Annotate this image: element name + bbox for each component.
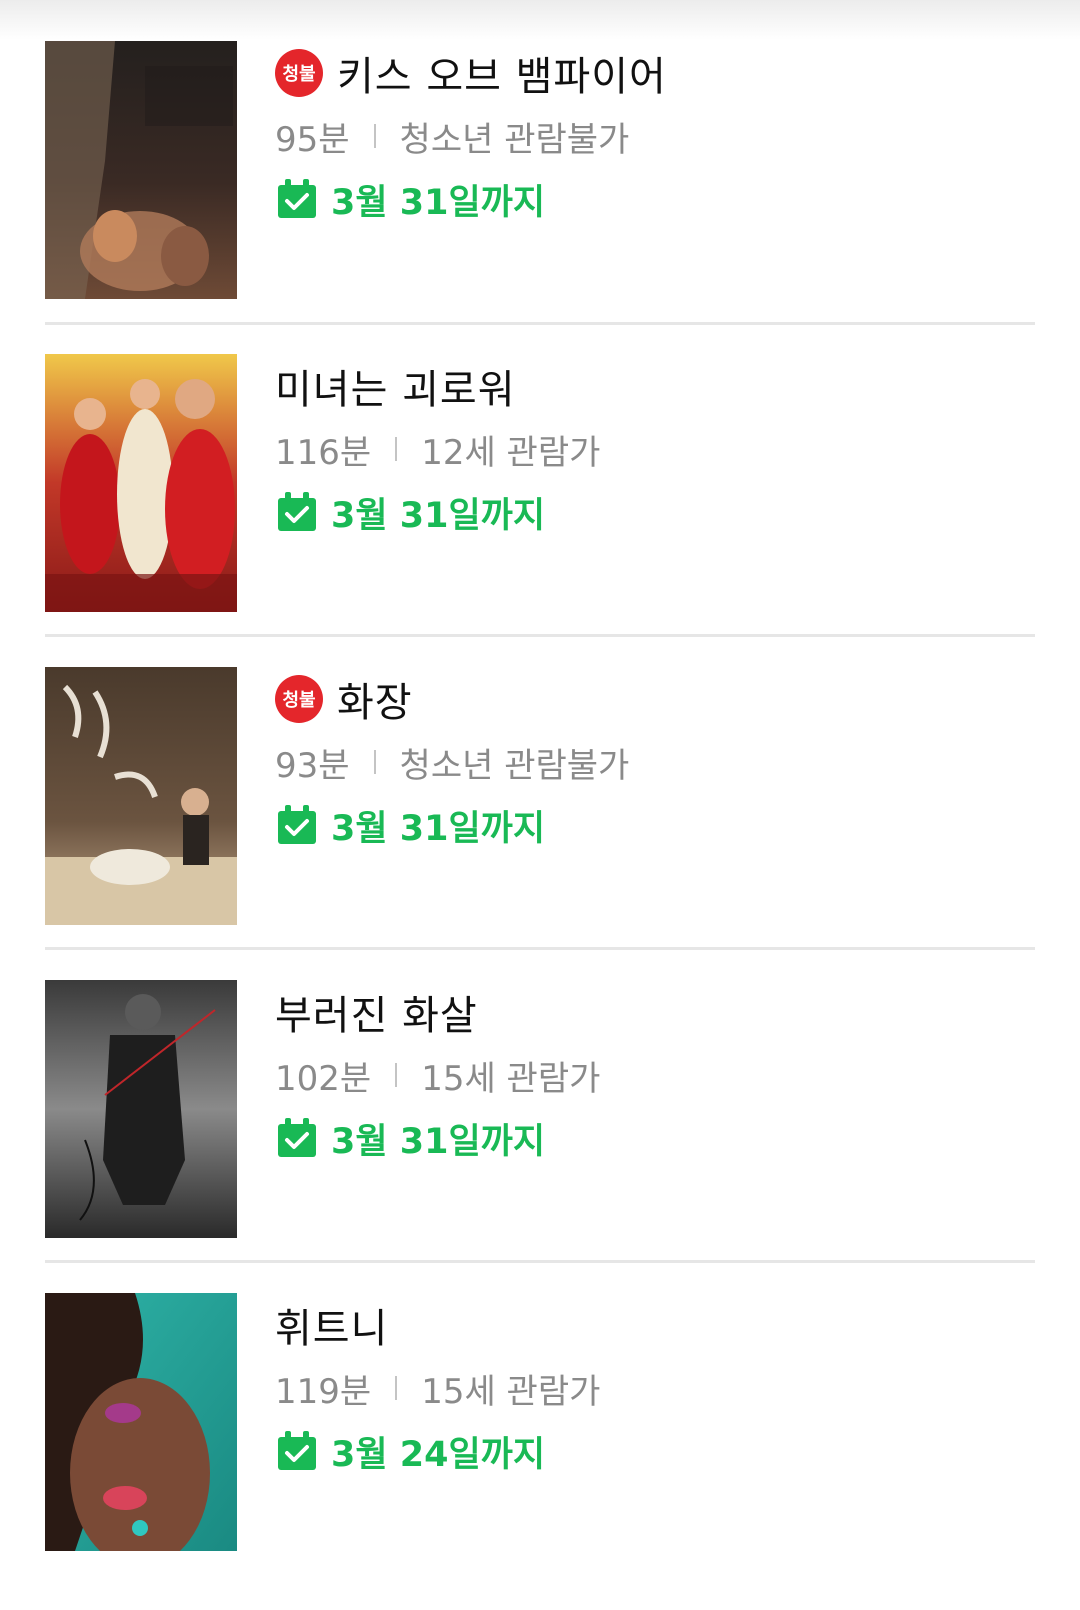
movie-title[interactable]: 휘트니	[275, 1296, 388, 1354]
available-until-date: 3월 31일까지	[331, 1121, 546, 1162]
title-row: 부러진 화살	[275, 982, 478, 1042]
movie-runtime: 119분	[275, 1371, 372, 1412]
calendar-check-icon	[278, 179, 316, 218]
calendar-check-icon	[278, 805, 316, 844]
meta-separator	[373, 750, 376, 774]
movie-rating: 청소년 관람불가	[399, 745, 630, 786]
movie-rating: 12세 관람가	[421, 432, 601, 473]
movie-poster[interactable]	[45, 980, 237, 1238]
movie-rating: 청소년 관람불가	[399, 119, 630, 160]
movie-meta: 93분 청소년 관람불가	[275, 737, 629, 787]
adult-only-badge: 청불	[275, 49, 323, 97]
movie-runtime: 116분	[275, 432, 372, 473]
movie-title[interactable]: 부러진 화살	[275, 983, 478, 1041]
availability-row: 3월 31일까지	[275, 800, 545, 850]
title-row: 청불 키스 오브 뱀파이어	[275, 43, 667, 103]
adult-only-badge: 청불	[275, 675, 323, 723]
title-row: 휘트니	[275, 1295, 388, 1355]
title-row: 미녀는 괴로워	[275, 356, 516, 416]
movie-list-item[interactable]: 미녀는 괴로워 116분 12세 관람가 3월 31일까지	[45, 354, 1035, 612]
movie-poster[interactable]	[45, 1293, 237, 1551]
top-edge-shadow	[0, 0, 1080, 40]
movie-title[interactable]: 화장	[337, 670, 413, 728]
movie-meta: 116분 12세 관람가	[275, 424, 600, 474]
availability-row: 3월 31일까지	[275, 487, 545, 537]
meta-separator	[395, 1376, 398, 1400]
available-until-date: 3월 31일까지	[331, 808, 546, 849]
movie-poster[interactable]	[45, 354, 237, 612]
movie-rating: 15세 관람가	[421, 1371, 601, 1412]
movie-poster[interactable]	[45, 667, 237, 925]
movie-title[interactable]: 미녀는 괴로워	[275, 357, 516, 415]
movie-meta: 119분 15세 관람가	[275, 1363, 600, 1413]
list-divider	[45, 322, 1035, 325]
movie-list-item[interactable]: 청불 키스 오브 뱀파이어 95분 청소년 관람불가 3월 31일까지	[45, 41, 1035, 299]
movie-runtime: 102분	[275, 1058, 372, 1099]
movie-list-item[interactable]: 부러진 화살 102분 15세 관람가 3월 31일까지	[45, 980, 1035, 1238]
availability-row: 3월 31일까지	[275, 1113, 545, 1163]
calendar-check-icon	[278, 1118, 316, 1157]
available-until-date: 3월 31일까지	[331, 495, 546, 536]
movie-list-item[interactable]: 휘트니 119분 15세 관람가 3월 24일까지	[45, 1293, 1035, 1551]
title-row: 청불 화장	[275, 669, 413, 729]
movie-runtime: 95분	[275, 119, 350, 160]
movie-poster[interactable]	[45, 41, 237, 299]
meta-separator	[395, 1063, 398, 1087]
meta-separator	[395, 437, 398, 461]
movie-rating: 15세 관람가	[421, 1058, 601, 1099]
list-divider	[45, 947, 1035, 950]
available-until-date: 3월 24일까지	[331, 1434, 546, 1475]
available-until-date: 3월 31일까지	[331, 182, 546, 223]
list-divider	[45, 634, 1035, 637]
calendar-check-icon	[278, 1431, 316, 1470]
list-divider	[45, 1260, 1035, 1263]
movie-title[interactable]: 키스 오브 뱀파이어	[337, 44, 667, 102]
movie-list-item[interactable]: 청불 화장 93분 청소년 관람불가 3월 31일까지	[45, 667, 1035, 925]
movie-runtime: 93분	[275, 745, 350, 786]
availability-row: 3월 31일까지	[275, 174, 545, 224]
movie-meta: 102분 15세 관람가	[275, 1050, 600, 1100]
meta-separator	[373, 124, 376, 148]
movie-meta: 95분 청소년 관람불가	[275, 111, 629, 161]
availability-row: 3월 24일까지	[275, 1426, 545, 1476]
calendar-check-icon	[278, 492, 316, 531]
